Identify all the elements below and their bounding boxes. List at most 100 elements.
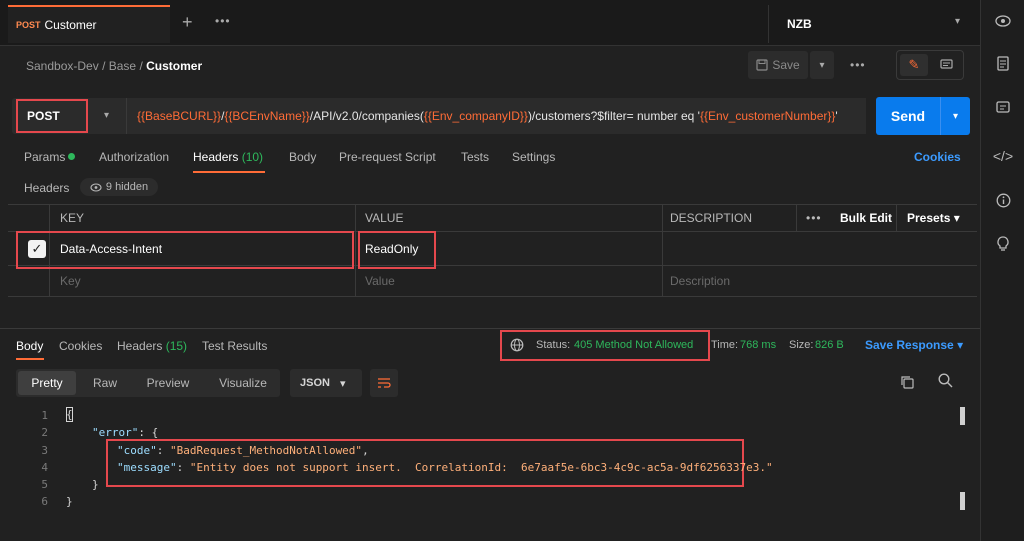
json-key: "error" xyxy=(92,426,139,439)
column-header-value: VALUE xyxy=(365,211,404,225)
format-visualize-button[interactable]: Visualize xyxy=(208,369,278,397)
format-preview-button[interactable]: Preview xyxy=(136,369,200,397)
comment-icon[interactable] xyxy=(932,54,960,76)
table-divider xyxy=(896,204,897,231)
copy-icon[interactable] xyxy=(900,375,914,392)
tab-settings[interactable]: Settings xyxy=(512,150,555,164)
tab-prerequest-script[interactable]: Pre-request Script xyxy=(339,150,436,164)
header-key-cell[interactable]: Data-Access-Intent xyxy=(60,242,162,256)
new-tab-plus-icon[interactable]: + xyxy=(182,12,193,33)
breadcrumb-current: Customer xyxy=(146,59,203,73)
line-number: 2 xyxy=(41,426,48,439)
response-tab-headers-label: Headers xyxy=(117,339,163,353)
url-text: /API/v2.0/companies( xyxy=(309,109,424,123)
response-tab-cookies[interactable]: Cookies xyxy=(59,339,102,353)
eye-icon[interactable] xyxy=(981,14,1024,30)
json-punct: : xyxy=(176,461,190,474)
breadcrumb-workspace[interactable]: Sandbox-Dev xyxy=(26,59,99,73)
tab-params[interactable]: Params xyxy=(24,150,65,164)
code-line[interactable]: "code": "BadRequest_MethodNotAllowed", xyxy=(117,444,369,457)
send-options-chevron-icon[interactable]: ▾ xyxy=(940,97,970,135)
line-number: 5 xyxy=(41,478,48,491)
code-line[interactable]: } xyxy=(92,478,99,491)
environment-selector[interactable]: NZB xyxy=(768,5,976,43)
code-line[interactable]: { xyxy=(66,408,73,421)
method-label[interactable]: POST xyxy=(16,99,88,133)
hidden-count: 9 hidden xyxy=(105,181,149,193)
save-response-button[interactable]: Save Response ▾ xyxy=(865,338,963,352)
breadcrumb-collection[interactable]: Base xyxy=(109,59,136,73)
response-tab-headers[interactable]: Headers (15) xyxy=(117,339,187,353)
new-key-input[interactable]: Key xyxy=(60,274,81,288)
lightbulb-icon[interactable] xyxy=(981,236,1024,255)
comments-icon[interactable] xyxy=(981,101,1024,118)
language-select[interactable]: JSON ▾ xyxy=(290,369,362,397)
send-button[interactable]: Send xyxy=(876,97,940,135)
code-snippet-icon[interactable]: </> xyxy=(981,148,1024,164)
new-description-input[interactable]: Description xyxy=(670,274,730,288)
url-input[interactable]: {{BaseBCURL}} / {{BCEnvName}}/API/v2.0/com… xyxy=(126,98,866,134)
cookies-link[interactable]: Cookies xyxy=(914,150,961,164)
json-punct: : { xyxy=(138,426,159,439)
response-tab-body[interactable]: Body xyxy=(16,339,43,353)
presets-label: Presets xyxy=(907,211,951,225)
more-options-icon[interactable]: ••• xyxy=(850,58,866,72)
save-options-chevron-icon[interactable]: ▾ xyxy=(810,51,834,79)
search-icon[interactable] xyxy=(938,373,953,391)
breadcrumb: Sandbox-Dev / Base / Customer xyxy=(26,59,202,73)
tab-headers-count: (10) xyxy=(241,150,264,164)
globe-icon[interactable] xyxy=(510,338,524,355)
scrollbar-thumb[interactable] xyxy=(960,407,965,425)
size-value[interactable]: 826 B xyxy=(815,339,844,351)
response-tab-test-results[interactable]: Test Results xyxy=(202,339,267,353)
chevron-down-icon[interactable]: ▾ xyxy=(955,16,960,27)
json-string: "Entity does not support insert. Correla… xyxy=(189,461,773,474)
table-divider xyxy=(796,204,797,231)
tab-headers[interactable]: Headers (10) xyxy=(193,150,263,164)
column-header-description: DESCRIPTION xyxy=(670,211,753,225)
url-variable: {{BaseBCURL}} xyxy=(137,109,222,123)
header-enabled-checkbox[interactable]: ✓ xyxy=(28,240,46,258)
table-divider xyxy=(662,204,663,296)
pane-divider[interactable] xyxy=(0,328,980,329)
table-border xyxy=(8,296,977,297)
pencil-icon[interactable]: ✎ xyxy=(900,54,928,76)
bulk-edit-button[interactable]: Bulk Edit xyxy=(840,211,892,225)
presets-dropdown[interactable]: Presets ▾ xyxy=(907,211,960,225)
header-value-cell[interactable]: ReadOnly xyxy=(365,242,418,256)
table-more-icon[interactable]: ••• xyxy=(806,211,822,225)
format-pretty-button[interactable]: Pretty xyxy=(18,371,76,395)
tab-more-icon[interactable]: ••• xyxy=(215,14,231,28)
tab-authorization[interactable]: Authorization xyxy=(99,150,169,164)
url-variable: {{Env_companyID}} xyxy=(423,109,528,123)
wrap-lines-icon[interactable] xyxy=(370,369,398,397)
json-key: "message" xyxy=(117,461,177,474)
breadcrumb-separator: / xyxy=(139,59,143,73)
code-line[interactable]: "error": { xyxy=(92,426,158,439)
hidden-headers-toggle[interactable]: 9 hidden xyxy=(80,178,158,196)
info-icon[interactable] xyxy=(981,193,1024,211)
time-label: Time: xyxy=(711,339,739,351)
code-line[interactable]: } xyxy=(66,495,73,508)
status-value[interactable]: 405 Method Not Allowed xyxy=(574,339,693,351)
chevron-down-icon[interactable]: ▾ xyxy=(104,110,109,121)
scrollbar-thumb[interactable] xyxy=(960,492,965,510)
url-text: )/customers?$filter= number eq ' xyxy=(527,109,700,123)
tab-title: Customer xyxy=(44,18,97,32)
save-button[interactable]: Save xyxy=(748,51,808,79)
documentation-icon[interactable] xyxy=(981,56,1024,74)
request-tab[interactable]: POST Customer xyxy=(8,5,170,43)
table-divider xyxy=(355,204,356,296)
tab-tests[interactable]: Tests xyxy=(461,150,489,164)
params-indicator-dot xyxy=(68,153,75,160)
json-string: "BadRequest_MethodNotAllowed" xyxy=(170,444,363,457)
format-raw-button[interactable]: Raw xyxy=(82,369,128,397)
tab-body[interactable]: Body xyxy=(289,150,316,164)
line-number: 1 xyxy=(41,409,48,422)
code-line[interactable]: "message": "Entity does not support inse… xyxy=(117,461,773,474)
size-label: Size: xyxy=(789,339,814,351)
time-value[interactable]: 768 ms xyxy=(740,339,776,351)
chevron-down-icon: ▾ xyxy=(339,377,346,390)
new-value-input[interactable]: Value xyxy=(365,274,395,288)
url-variable: {{BCEnvName}} xyxy=(224,109,310,123)
